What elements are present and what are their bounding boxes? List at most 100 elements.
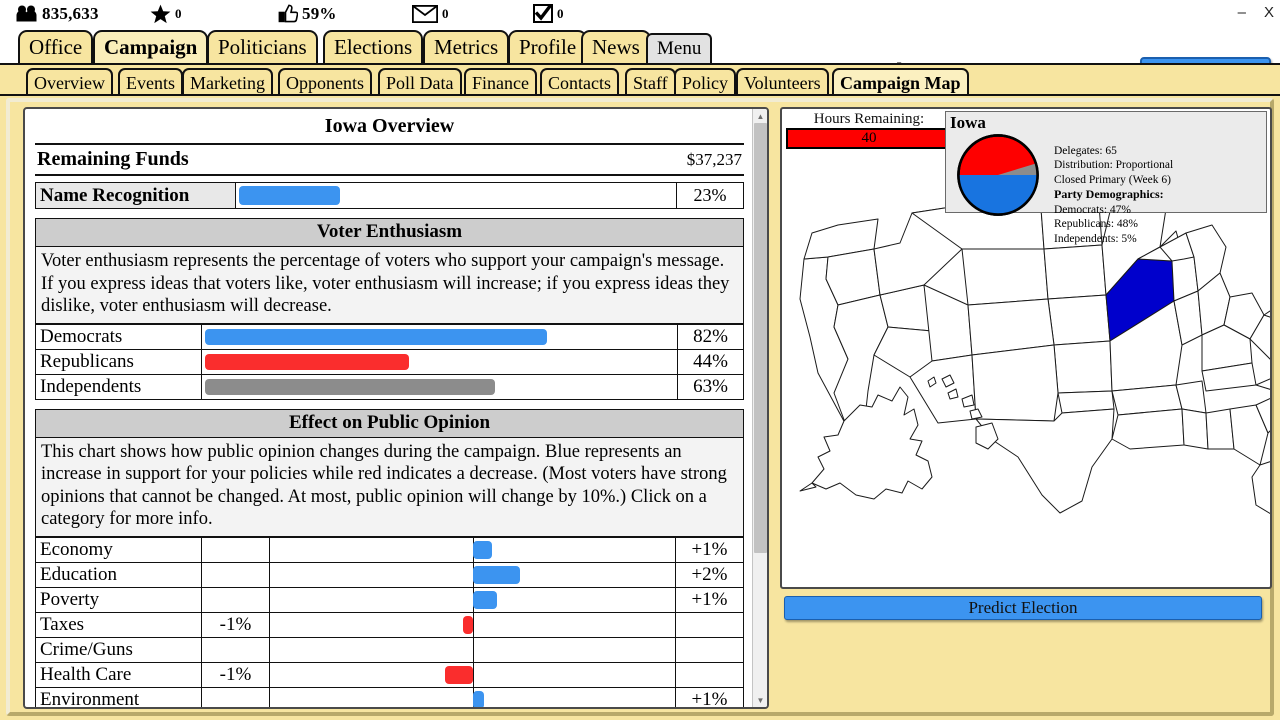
republicans-line: Republicans: 48% [1054, 217, 1173, 231]
scroll-up-icon[interactable]: ▲ [753, 109, 768, 123]
status-bar: 835,633 0 59% [0, 0, 1280, 27]
subtab-volunteers[interactable]: Volunteers [736, 68, 829, 96]
primary-type-line: Closed Primary (Week 6) [1054, 173, 1173, 187]
tab-elections[interactable]: Elections [323, 30, 423, 63]
voter-enthusiasm-table: Democrats 82% Republicans 44% Independen… [35, 324, 744, 400]
tab-office[interactable]: Office [18, 30, 93, 63]
table-row[interactable]: Crime/Guns [36, 637, 744, 662]
subtab-finance[interactable]: Finance [464, 68, 537, 96]
opinion-pos-poverty: +1% [676, 587, 744, 612]
opinion-category-education: Education [36, 562, 202, 587]
table-row[interactable]: Poverty +1% [36, 587, 744, 612]
table-row[interactable]: Health Care -1% [36, 662, 744, 687]
name-recognition-row: Name Recognition 23% [35, 182, 744, 209]
tab-news[interactable]: News [581, 30, 651, 63]
tab-profile[interactable]: Profile [508, 30, 587, 63]
minimize-button[interactable]: – [1238, 4, 1246, 21]
public-opinion-table: Economy +1% Education +2% [35, 537, 744, 709]
star-icon [150, 4, 171, 24]
state-nc [1256, 365, 1272, 393]
democrats-line: Democrats: 47% [1054, 203, 1173, 217]
subtab-marketing[interactable]: Marketing [182, 68, 273, 96]
state-info-box: Iowa Delegates: 65 Distribution: Proport… [945, 111, 1267, 213]
scrollbar-thumb[interactable] [754, 123, 767, 553]
voter-enthusiasm-description: Voter enthusiasm represents the percenta… [35, 247, 744, 324]
opinion-pos-education: +2% [676, 562, 744, 587]
public-opinion-description: This chart shows how public opinion chan… [35, 438, 744, 537]
stars-value: 0 [175, 6, 182, 22]
table-row[interactable]: Democrats 82% [36, 324, 744, 349]
state-wy [962, 249, 1048, 305]
overview-scrollbar[interactable]: ▲ ▼ [752, 109, 767, 707]
table-row[interactable]: Economy +1% [36, 537, 744, 562]
state-overview-panel: Iowa Overview Remaining Funds $37,237 Na… [23, 107, 769, 709]
us-map-container[interactable]: Hours Remaining: 40 Iowa [780, 107, 1272, 589]
delegates-line: Delegates: 65 [1054, 144, 1173, 158]
opinion-bar-environment [270, 687, 676, 709]
state-ks [1054, 341, 1112, 393]
state-ut [924, 285, 972, 361]
opinion-bar-taxes [270, 612, 676, 637]
state-ne [1048, 295, 1110, 345]
subtab-policy[interactable]: Policy [674, 68, 736, 96]
opinion-pos-environment: +1% [676, 687, 744, 709]
opinion-pos-economy: +1% [676, 537, 744, 562]
opinion-category-environment: Environment [36, 687, 202, 709]
enthusiasm-bar-independents [202, 374, 678, 399]
table-row[interactable]: Independents 63% [36, 374, 744, 399]
subtab-contacts[interactable]: Contacts [540, 68, 619, 96]
subtab-poll-data[interactable]: Poll Data [378, 68, 462, 96]
state-ms [1182, 409, 1208, 449]
population-value: 835,633 [42, 4, 99, 24]
opinion-pos-crime-guns [676, 637, 744, 662]
tab-campaign[interactable]: Campaign [93, 30, 208, 63]
tab-metrics[interactable]: Metrics [423, 30, 509, 63]
scroll-down-icon[interactable]: ▼ [753, 693, 768, 707]
thumbs-up-icon [278, 4, 298, 23]
stat-mail: 0 [412, 0, 449, 27]
tab-menu[interactable]: Menu [646, 33, 712, 63]
state-sd [1044, 245, 1106, 299]
opinion-category-crime-guns: Crime/Guns [36, 637, 202, 662]
enthusiasm-pct-democrats: 82% [678, 324, 744, 349]
subtab-campaign-map[interactable]: Campaign Map [832, 68, 969, 96]
approval-value: 59% [302, 4, 337, 24]
enthusiasm-label-republicans: Republicans [36, 349, 202, 374]
name-recognition-bar-fill [239, 186, 340, 205]
name-recognition-bar-track [236, 183, 677, 208]
opinion-neg-crime-guns [202, 637, 270, 662]
name-recognition-percent: 23% [677, 183, 743, 208]
stat-tasks: 0 [533, 0, 564, 27]
opinion-bar-education [270, 562, 676, 587]
table-row[interactable]: Republicans 44% [36, 349, 744, 374]
state-tx [976, 409, 1114, 513]
envelope-icon [412, 5, 438, 23]
opinion-neg-economy [202, 537, 270, 562]
demographics-header: Party Demographics: [1054, 187, 1164, 201]
opinion-neg-poverty [202, 587, 270, 612]
distribution-line: Distribution: Proportional [1054, 158, 1173, 172]
table-row[interactable]: Taxes -1% [36, 612, 744, 637]
opinion-pos-health-care [676, 662, 744, 687]
state-la [1112, 409, 1184, 449]
page-title: Iowa Overview [35, 113, 744, 145]
table-row[interactable]: Education +2% [36, 562, 744, 587]
subtab-opponents[interactable]: Opponents [278, 68, 372, 96]
close-button[interactable]: X [1264, 4, 1274, 21]
table-row[interactable]: Environment +1% [36, 687, 744, 709]
opinion-category-economy: Economy [36, 537, 202, 562]
content-area: Iowa Overview Remaining Funds $37,237 Na… [0, 94, 1280, 720]
tab-politicians[interactable]: Politicians [207, 30, 318, 63]
subtab-staff[interactable]: Staff [625, 68, 676, 96]
subtab-events[interactable]: Events [118, 68, 183, 96]
subtab-overview[interactable]: Overview [26, 68, 113, 96]
overview-scroll-content: Iowa Overview Remaining Funds $37,237 Na… [25, 109, 754, 707]
predict-election-button[interactable]: Predict Election [784, 596, 1262, 620]
party-demographics-pie-chart [950, 132, 1046, 218]
opinion-bar-health-care [270, 662, 676, 687]
remaining-funds-row: Remaining Funds $37,237 [35, 145, 744, 176]
opinion-neg-environment [202, 687, 270, 709]
opinion-pos-taxes [676, 612, 744, 637]
hours-remaining-value: 40 [786, 128, 952, 149]
voter-enthusiasm-header: Voter Enthusiasm [35, 218, 744, 247]
